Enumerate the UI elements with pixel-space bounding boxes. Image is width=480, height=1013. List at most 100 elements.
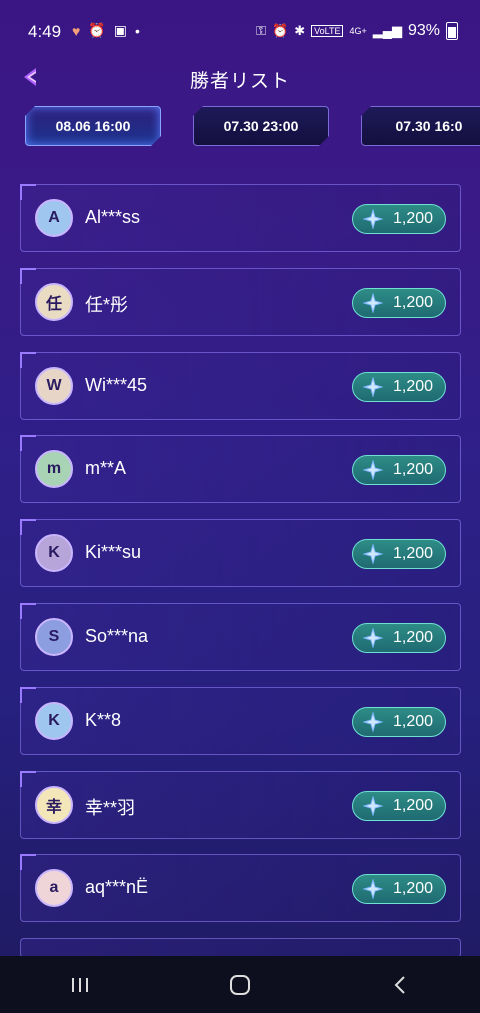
winner-list: A Al***ss 1,200 任 任*彤 1,200 W Wi***45 1,… (20, 184, 461, 974)
heart-icon: ♥ (72, 22, 81, 39)
volte-icon: VoLTE (311, 25, 344, 37)
image-icon: ▣ (113, 22, 127, 38)
reward-amount: 1,200 (393, 712, 434, 730)
dot-icon: • (134, 22, 140, 39)
reward-amount: 1,200 (393, 377, 434, 395)
tab-date-0[interactable]: 08.06 16:00 (25, 106, 161, 146)
home-button[interactable] (220, 965, 260, 1005)
reward-amount: 1,200 (393, 628, 434, 646)
primogem-icon (363, 795, 383, 816)
winner-row: 幸 幸**羽 1,200 (20, 770, 461, 839)
primogem-icon (363, 209, 383, 229)
battery-icon (446, 22, 458, 40)
tab-label: 08.06 16:00 (55, 118, 131, 134)
reward-badge: 1,200 (352, 539, 446, 570)
winner-name: m**A (85, 458, 127, 479)
primogem-icon (363, 292, 383, 313)
winner-name: Wi***45 (85, 374, 148, 395)
reward-amount: 1,200 (393, 461, 434, 479)
recent-apps-button[interactable] (60, 965, 100, 1005)
reward-badge: 1,200 (352, 204, 446, 234)
avatar: 幸 (35, 785, 73, 824)
primogem-icon (363, 711, 383, 732)
row-corner-accent (20, 686, 36, 703)
avatar-initial: 幸 (45, 798, 62, 816)
page-header: 勝者リスト (0, 56, 480, 100)
tab-date-1[interactable]: 07.30 23:00 (193, 106, 329, 146)
reward-badge: 1,200 (352, 455, 446, 486)
winner-row: m m**A 1,200 (20, 435, 461, 504)
winner-name: 任*彤 (85, 294, 129, 315)
alarm-icon: ⏰ (88, 22, 106, 38)
avatar-initial: K (48, 711, 60, 729)
winner-row: A Al***ss 1,200 (20, 184, 461, 252)
winner-row: 任 任*彤 1,200 (20, 267, 461, 336)
reward-amount: 1,200 (393, 293, 434, 311)
winner-name: K**8 (85, 709, 122, 730)
reward-amount: 1,200 (393, 880, 434, 898)
system-navigation-bar (0, 956, 480, 1013)
primogem-icon (363, 376, 383, 397)
bluetooth-icon: ✱ (294, 23, 306, 38)
tab-label: 07.30 16:0 (395, 118, 463, 134)
primogem-icon (363, 460, 383, 481)
reward-badge: 1,200 (352, 874, 446, 905)
winner-name: aq***nË (85, 877, 149, 898)
alarm-icon: ⏰ (272, 23, 289, 38)
reward-badge: 1,200 (352, 790, 446, 821)
avatar-initial: 任 (45, 295, 62, 313)
battery-percent: 93% (407, 22, 440, 39)
chevron-left-icon (394, 975, 405, 994)
status-bar: 4:49 ♥ ⏰ ▣ • ⚿ ⏰ ✱ VoLTE 4G+ ▂▄▆ 93% (0, 0, 480, 52)
avatar: K (35, 701, 73, 740)
winner-name: Ki***su (85, 542, 142, 563)
winner-name: So***na (85, 625, 149, 646)
row-corner-accent (20, 602, 36, 619)
key-icon: ⚿ (256, 23, 267, 38)
primogem-icon (363, 627, 383, 648)
row-corner-accent (20, 854, 36, 871)
avatar: W (35, 366, 73, 405)
reward-badge: 1,200 (352, 622, 446, 653)
reward-badge: 1,200 (352, 371, 446, 402)
recent-apps-icon (72, 977, 88, 992)
avatar-initial: m (46, 460, 62, 478)
avatar: 任 (35, 282, 73, 321)
tab-date-2[interactable]: 07.30 16:0 (361, 106, 480, 146)
status-time: 4:49 (28, 22, 62, 41)
tab-label: 07.30 23:00 (223, 118, 299, 134)
home-icon (230, 974, 250, 995)
avatar-initial: W (46, 376, 62, 394)
row-corner-accent (20, 519, 36, 536)
avatar: S (35, 617, 73, 656)
avatar: K (35, 534, 73, 573)
row-corner-accent (20, 351, 36, 368)
primogem-icon (363, 879, 383, 900)
reward-amount: 1,200 (393, 796, 434, 814)
reward-amount: 1,200 (393, 210, 434, 227)
signal-icon: ▂▄▆ (372, 23, 402, 38)
status-notification-icons: ♥ ⏰ ▣ • (72, 22, 140, 39)
winner-row: a aq***nË 1,200 (20, 854, 461, 923)
row-corner-accent (20, 435, 36, 452)
winner-row: W Wi***45 1,200 (20, 351, 461, 420)
reward-badge: 1,200 (352, 287, 446, 318)
reward-badge: 1,200 (352, 706, 446, 737)
row-corner-accent (20, 770, 36, 787)
row-corner-accent (20, 184, 36, 200)
winner-row: K K**8 1,200 (20, 686, 461, 755)
primogem-icon (363, 544, 383, 565)
avatar: a (35, 869, 73, 908)
winner-row: S So***na 1,200 (20, 602, 461, 671)
row-corner-accent (20, 267, 36, 284)
avatar-initial: S (48, 627, 60, 645)
avatar: m (35, 450, 73, 489)
avatar-initial: A (48, 209, 60, 226)
status-system-icons: ⚿ ⏰ ✱ VoLTE 4G+ ▂▄▆ 93% (256, 22, 458, 40)
date-tabs: 08.06 16:00 07.30 23:00 07.30 16:0 (0, 104, 480, 150)
back-nav-button[interactable] (380, 965, 420, 1005)
winner-row: K Ki***su 1,200 (20, 519, 461, 588)
network-4g-icon: 4G+ (349, 26, 367, 36)
page-title: 勝者リスト (189, 71, 290, 92)
avatar-initial: K (48, 544, 60, 562)
